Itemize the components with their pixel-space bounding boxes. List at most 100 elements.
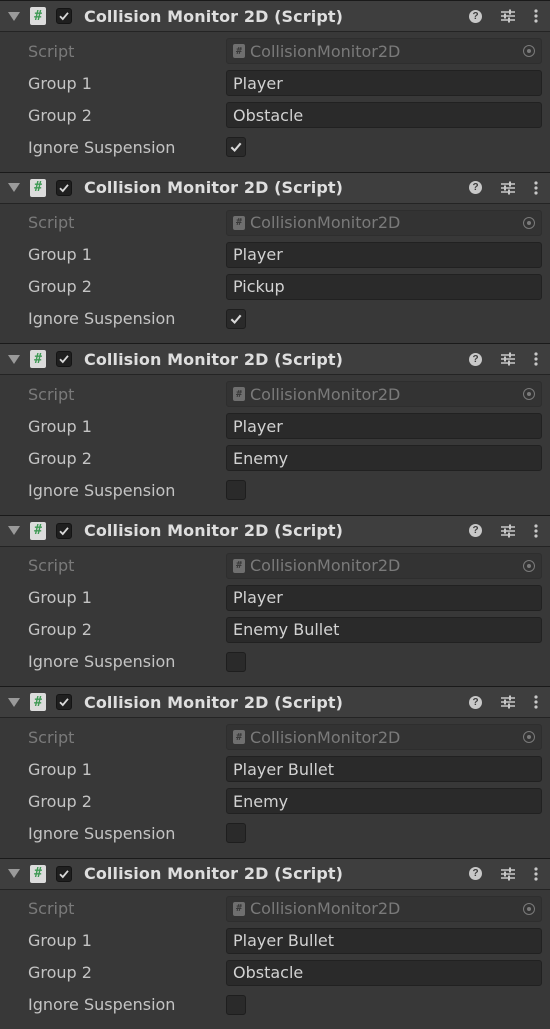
component-enabled-checkbox[interactable] bbox=[56, 180, 72, 196]
group1-label: Group 1 bbox=[28, 417, 92, 436]
ignore-suspension-checkbox[interactable] bbox=[226, 995, 246, 1015]
group2-field[interactable]: Enemy Bullet bbox=[226, 617, 542, 643]
script-row: Script # CollisionMonitor2D bbox=[0, 35, 550, 67]
script-object-field[interactable]: # CollisionMonitor2D bbox=[226, 553, 542, 579]
foldout-arrow-icon[interactable] bbox=[8, 698, 20, 707]
object-picker-icon[interactable] bbox=[523, 731, 535, 743]
group2-field[interactable]: Enemy bbox=[226, 445, 542, 471]
presets-icon[interactable] bbox=[500, 524, 516, 538]
group2-field[interactable]: Obstacle bbox=[226, 102, 542, 128]
script-value: CollisionMonitor2D bbox=[250, 385, 400, 404]
group1-field[interactable]: Player Bullet bbox=[226, 928, 542, 954]
component-enabled-checkbox[interactable] bbox=[56, 694, 72, 710]
help-icon[interactable]: ? bbox=[469, 10, 482, 23]
component-enabled-checkbox[interactable] bbox=[56, 351, 72, 367]
collision-monitor-component: # Collision Monitor 2D (Script) ? bbox=[0, 0, 550, 172]
script-object-field[interactable]: # CollisionMonitor2D bbox=[226, 381, 542, 407]
group2-label: Group 2 bbox=[28, 620, 92, 639]
context-menu-icon[interactable] bbox=[534, 695, 538, 709]
group2-field[interactable]: Pickup bbox=[226, 274, 542, 300]
component-header[interactable]: # Collision Monitor 2D (Script) ? bbox=[0, 0, 550, 32]
group2-row: Group 2 Enemy bbox=[0, 442, 550, 474]
object-picker-icon[interactable] bbox=[523, 217, 535, 229]
script-row: Script # CollisionMonitor2D bbox=[0, 378, 550, 410]
group1-label: Group 1 bbox=[28, 588, 92, 607]
presets-icon[interactable] bbox=[500, 181, 516, 195]
ignore-suspension-checkbox[interactable] bbox=[226, 652, 246, 672]
group1-field[interactable]: Player bbox=[226, 70, 542, 96]
script-object-field[interactable]: # CollisionMonitor2D bbox=[226, 896, 542, 922]
context-menu-icon[interactable] bbox=[534, 524, 538, 538]
foldout-arrow-icon[interactable] bbox=[8, 355, 20, 364]
script-row: Script # CollisionMonitor2D bbox=[0, 550, 550, 582]
script-object-field[interactable]: # CollisionMonitor2D bbox=[226, 724, 542, 750]
group2-row: Group 2 Enemy bbox=[0, 785, 550, 817]
presets-icon[interactable] bbox=[500, 867, 516, 881]
component-enabled-checkbox[interactable] bbox=[56, 8, 72, 24]
object-picker-icon[interactable] bbox=[523, 388, 535, 400]
help-icon[interactable]: ? bbox=[469, 696, 482, 709]
component-enabled-checkbox[interactable] bbox=[56, 866, 72, 882]
component-header[interactable]: # Collision Monitor 2D (Script) ? bbox=[0, 172, 550, 204]
group1-label: Group 1 bbox=[28, 931, 92, 950]
script-value: CollisionMonitor2D bbox=[250, 42, 400, 61]
collision-monitor-component: # Collision Monitor 2D (Script) ? bbox=[0, 858, 550, 1029]
object-picker-icon[interactable] bbox=[523, 560, 535, 572]
component-header[interactable]: # Collision Monitor 2D (Script) ? bbox=[0, 858, 550, 890]
group2-field[interactable]: Obstacle bbox=[226, 960, 542, 986]
foldout-arrow-icon[interactable] bbox=[8, 869, 20, 878]
help-icon[interactable]: ? bbox=[469, 353, 482, 366]
foldout-arrow-icon[interactable] bbox=[8, 526, 20, 535]
group2-field[interactable]: Enemy bbox=[226, 788, 542, 814]
help-icon[interactable]: ? bbox=[469, 524, 482, 537]
group1-row: Group 1 Player bbox=[0, 239, 550, 271]
component-header[interactable]: # Collision Monitor 2D (Script) ? bbox=[0, 343, 550, 375]
checkmark-icon bbox=[58, 182, 70, 194]
ignore-suspension-label: Ignore Suspension bbox=[28, 824, 175, 843]
script-value: CollisionMonitor2D bbox=[250, 899, 400, 918]
ignore-suspension-checkbox[interactable] bbox=[226, 480, 246, 500]
component-header[interactable]: # Collision Monitor 2D (Script) ? bbox=[0, 686, 550, 718]
checkmark-icon bbox=[229, 140, 243, 154]
group1-field[interactable]: Player bbox=[226, 413, 542, 439]
script-file-icon: # bbox=[233, 387, 245, 401]
script-file-icon: # bbox=[233, 559, 245, 573]
ignore-suspension-checkbox[interactable] bbox=[226, 137, 246, 157]
component-header[interactable]: # Collision Monitor 2D (Script) ? bbox=[0, 515, 550, 547]
checkmark-icon bbox=[58, 696, 70, 708]
script-icon: # bbox=[30, 350, 46, 368]
context-menu-icon[interactable] bbox=[534, 181, 538, 195]
ignore-suspension-label: Ignore Suspension bbox=[28, 481, 175, 500]
presets-icon[interactable] bbox=[500, 352, 516, 366]
ignore-suspension-label: Ignore Suspension bbox=[28, 652, 175, 671]
script-object-field[interactable]: # CollisionMonitor2D bbox=[226, 38, 542, 64]
group1-label: Group 1 bbox=[28, 245, 92, 264]
object-picker-icon[interactable] bbox=[523, 45, 535, 57]
ignore-suspension-label: Ignore Suspension bbox=[28, 995, 175, 1014]
ignore-suspension-checkbox[interactable] bbox=[226, 823, 246, 843]
script-icon: # bbox=[30, 179, 46, 197]
script-label: Script bbox=[28, 899, 74, 918]
group1-field[interactable]: Player bbox=[226, 242, 542, 268]
context-menu-icon[interactable] bbox=[534, 352, 538, 366]
group1-row: Group 1 Player bbox=[0, 67, 550, 99]
script-label: Script bbox=[28, 385, 74, 404]
presets-icon[interactable] bbox=[500, 695, 516, 709]
context-menu-icon[interactable] bbox=[534, 9, 538, 23]
help-icon[interactable]: ? bbox=[469, 181, 482, 194]
foldout-arrow-icon[interactable] bbox=[8, 183, 20, 192]
ignore-suspension-label: Ignore Suspension bbox=[28, 138, 175, 157]
script-icon: # bbox=[30, 522, 46, 540]
object-picker-icon[interactable] bbox=[523, 903, 535, 915]
script-object-field[interactable]: # CollisionMonitor2D bbox=[226, 210, 542, 236]
ignore-suspension-checkbox[interactable] bbox=[226, 309, 246, 329]
help-icon[interactable]: ? bbox=[469, 867, 482, 880]
ignore-suspension-label: Ignore Suspension bbox=[28, 309, 175, 328]
context-menu-icon[interactable] bbox=[534, 867, 538, 881]
group1-field[interactable]: Player Bullet bbox=[226, 756, 542, 782]
component-title: Collision Monitor 2D (Script) bbox=[84, 178, 343, 197]
group1-field[interactable]: Player bbox=[226, 585, 542, 611]
presets-icon[interactable] bbox=[500, 9, 516, 23]
foldout-arrow-icon[interactable] bbox=[8, 12, 20, 21]
component-enabled-checkbox[interactable] bbox=[56, 523, 72, 539]
